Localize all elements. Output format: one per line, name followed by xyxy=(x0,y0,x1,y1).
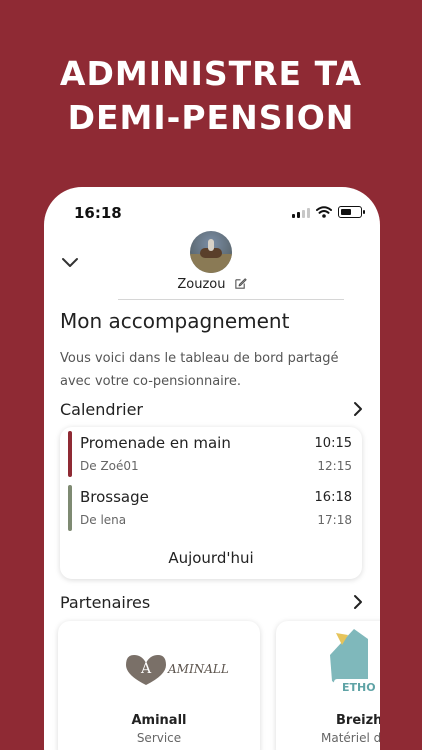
svg-text:ETHO: ETHO xyxy=(342,681,376,694)
partner-name: Aminall xyxy=(131,713,187,728)
event-title: Promenade en main xyxy=(80,434,231,452)
battery-fill xyxy=(340,208,352,215)
event-start-time: 16:18 xyxy=(314,490,352,505)
partner-logo: A AMINALL xyxy=(126,655,229,685)
headline-line-1: ADMINISTRE TA xyxy=(59,54,363,93)
event-end-time: 12:15 xyxy=(317,459,352,473)
partner-name: Breizh xyxy=(336,713,380,728)
headline: ADMINISTRE TA DEMI-PENSION xyxy=(0,52,422,140)
partners-header[interactable]: Partenaires xyxy=(60,591,364,613)
event-subtitle: De lena xyxy=(80,513,127,527)
event-end-time: 17:18 xyxy=(317,513,352,527)
phone-screen: 16:18 Zouzou Mon accompagnement Vous voi… xyxy=(44,187,380,750)
avatar[interactable] xyxy=(190,231,232,273)
chevron-down-icon[interactable] xyxy=(60,253,80,273)
partner-category: Service xyxy=(136,731,182,745)
event-color-bar xyxy=(68,485,72,531)
wifi-icon xyxy=(316,206,332,218)
profile-name-row[interactable]: Zouzou xyxy=(44,277,380,292)
partner-card[interactable]: ETHO Breizh Matériel d' xyxy=(276,621,380,750)
event-color-bar xyxy=(68,431,72,477)
status-bar: 16:18 xyxy=(44,187,380,237)
event-title: Brossage xyxy=(80,488,149,506)
calendar-label: Calendrier xyxy=(60,399,144,419)
signal-icon xyxy=(292,207,310,218)
today-button[interactable]: Aujourd'hui xyxy=(60,549,362,567)
partner-logo: ETHO xyxy=(330,629,376,695)
svg-text:AMINALL: AMINALL xyxy=(167,662,229,676)
calendar-event[interactable]: Promenade en main De Zoé01 10:15 12:15 xyxy=(68,431,352,477)
chevron-right-icon[interactable] xyxy=(352,401,364,417)
status-icons xyxy=(292,206,365,218)
profile-name: Zouzou xyxy=(177,277,226,292)
intro-text: Vous voici dans le tableau de bord parta… xyxy=(60,351,339,389)
page-title: Mon accompagnement xyxy=(60,309,290,333)
divider xyxy=(118,299,344,300)
event-start-time: 10:15 xyxy=(314,436,352,451)
event-subtitle: De Zoé01 xyxy=(80,459,139,473)
calendar-event[interactable]: Brossage De lena 16:18 17:18 xyxy=(68,485,352,531)
partners-label: Partenaires xyxy=(60,592,151,612)
partner-card[interactable]: A AMINALL Aminall Service xyxy=(58,621,260,750)
headline-line-2: DEMI-PENSION xyxy=(67,98,355,137)
battery-icon xyxy=(338,206,365,218)
calendar-header[interactable]: Calendrier xyxy=(60,398,364,420)
status-time: 16:18 xyxy=(74,204,122,222)
calendar-card: Promenade en main De Zoé01 10:15 12:15 B… xyxy=(60,427,362,579)
edit-icon[interactable] xyxy=(234,277,247,290)
svg-text:A: A xyxy=(140,661,152,677)
chevron-right-icon[interactable] xyxy=(352,594,364,610)
partner-category: Matériel d' xyxy=(321,731,380,745)
